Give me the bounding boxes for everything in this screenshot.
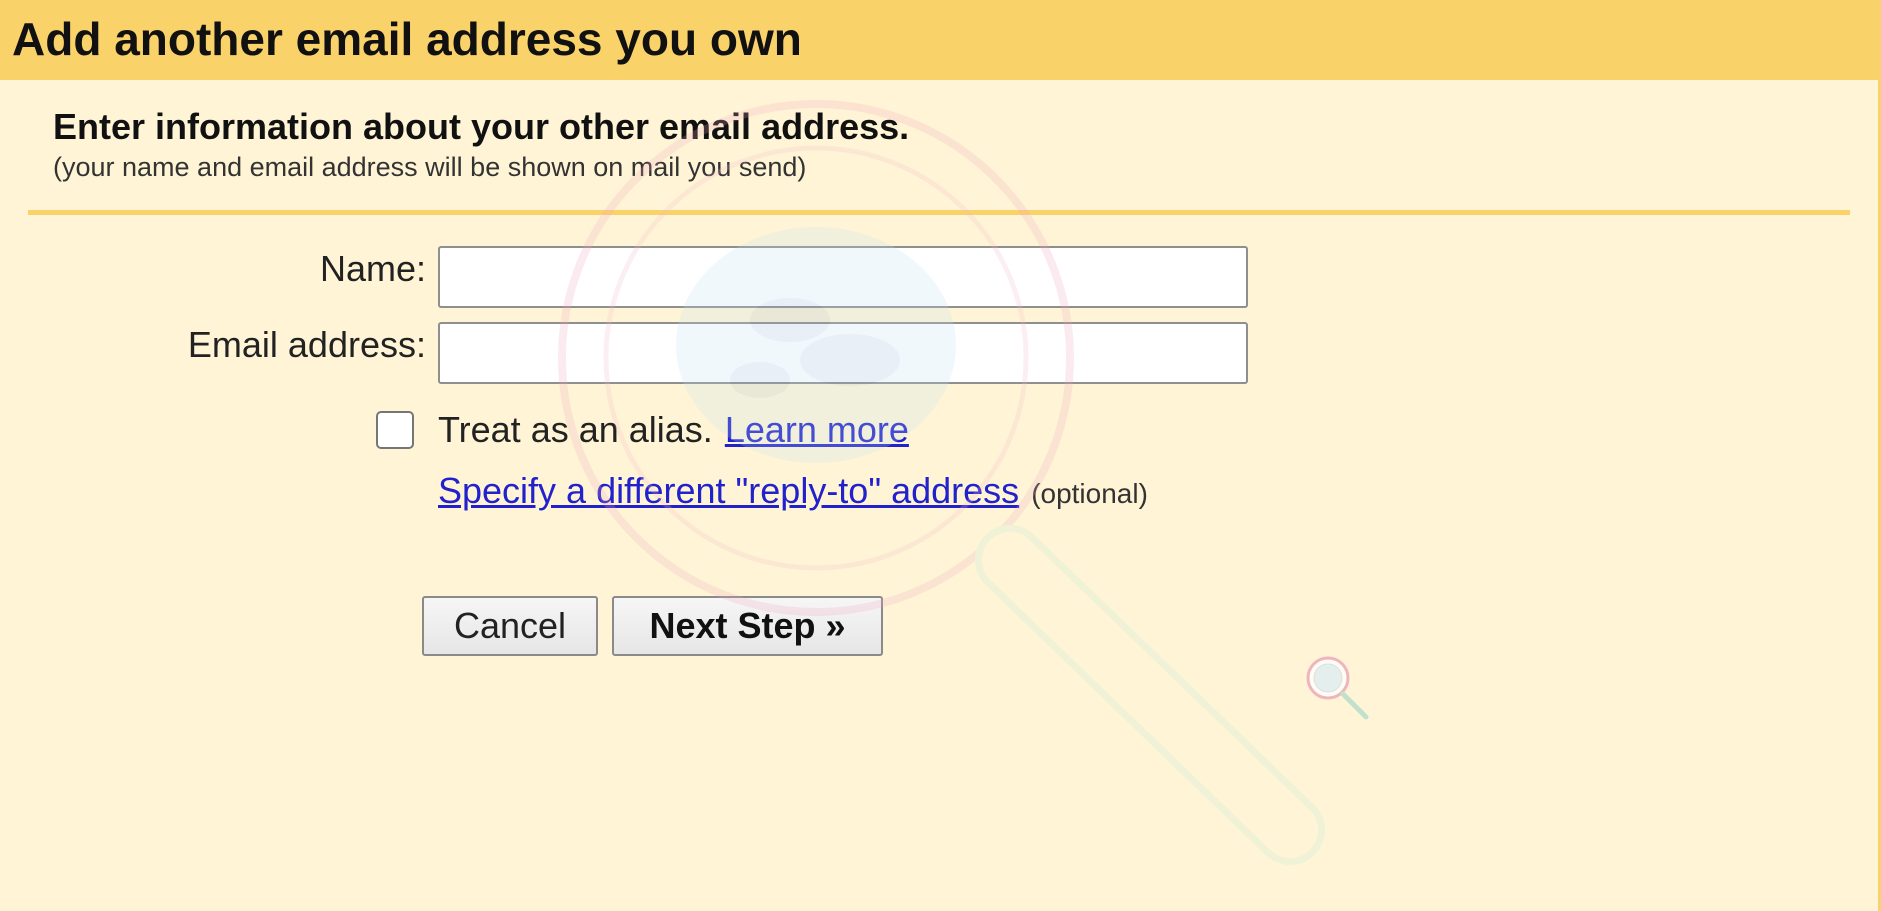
- reply-to-row: Specify a different "reply-to" address (…: [438, 470, 1148, 512]
- name-input[interactable]: [438, 246, 1248, 308]
- intro-heading: Enter information about your other email…: [53, 106, 910, 147]
- section-divider: [28, 210, 1850, 215]
- cancel-button[interactable]: Cancel: [422, 596, 598, 656]
- optional-label: (optional): [1031, 478, 1148, 509]
- email-input[interactable]: [438, 322, 1248, 384]
- page-title: Add another email address you own: [12, 13, 802, 65]
- email-label: Email address:: [187, 324, 426, 365]
- dialog-header: Add another email address you own: [0, 0, 1881, 80]
- reply-to-link[interactable]: Specify a different "reply-to" address: [438, 470, 1019, 512]
- learn-more-link[interactable]: Learn more: [725, 409, 909, 451]
- alias-row: Treat as an alias. Learn more: [376, 406, 909, 454]
- name-label: Name:: [319, 248, 426, 289]
- intro-subtitle: (your name and email address will be sho…: [53, 152, 807, 182]
- alias-checkbox[interactable]: [376, 411, 414, 449]
- alias-label: Treat as an alias.: [438, 409, 713, 450]
- next-step-button[interactable]: Next Step »: [612, 596, 883, 656]
